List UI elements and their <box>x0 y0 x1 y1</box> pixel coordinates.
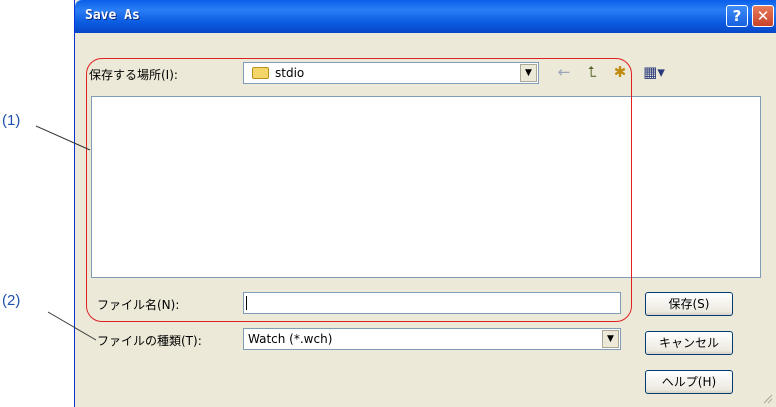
annotation-2: (2) <box>2 292 21 309</box>
annotation-leader-lines <box>35 125 97 341</box>
annotation-1: (1) <box>2 112 21 129</box>
